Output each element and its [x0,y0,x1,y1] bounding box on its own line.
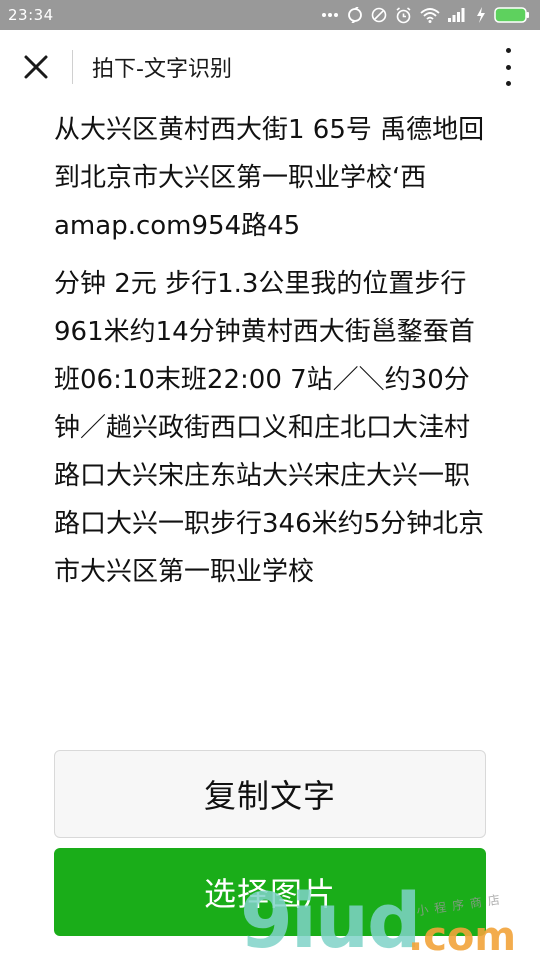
wifi-icon [420,7,440,23]
more-dot-icon [505,48,511,53]
close-button[interactable] [0,30,72,104]
copy-text-button[interactable]: 复制文字 [54,750,486,838]
more-dot-icon [505,64,511,70]
alarm-icon [396,6,411,23]
more-button[interactable] [498,48,518,86]
signal-icon [448,8,465,22]
recognized-text[interactable]: 从大兴区黄村西大街1 65号 禹德地回到北京市大兴区第一职业学校‘西amap.c… [54,106,494,596]
battery-icon [494,7,529,23]
title-bar: 拍下-文字识别 [0,30,540,104]
status-time: 23:34 [8,6,54,24]
status-icons [321,6,530,24]
title-divider [72,50,73,84]
recognized-text-paragraph-1: 从大兴区黄村西大街1 65号 禹德地回到北京市大兴区第一职业学校‘西amap.c… [54,115,485,241]
more-dots-icon [322,13,338,17]
status-bar: 23:34 [0,0,540,30]
more-dot-icon [505,81,511,86]
sync-icon [348,7,362,23]
charging-icon [477,7,485,23]
select-image-button[interactable]: 选择图片 [54,848,486,936]
page-title: 拍下-文字识别 [92,57,232,82]
dnd-icon [371,7,387,23]
recognized-text-paragraph-2: 分钟 2元 步行1.3公里我的位置步行961米约14分钟黄村西大街邕鍪蚕首班06… [54,269,485,587]
close-icon [24,55,48,79]
